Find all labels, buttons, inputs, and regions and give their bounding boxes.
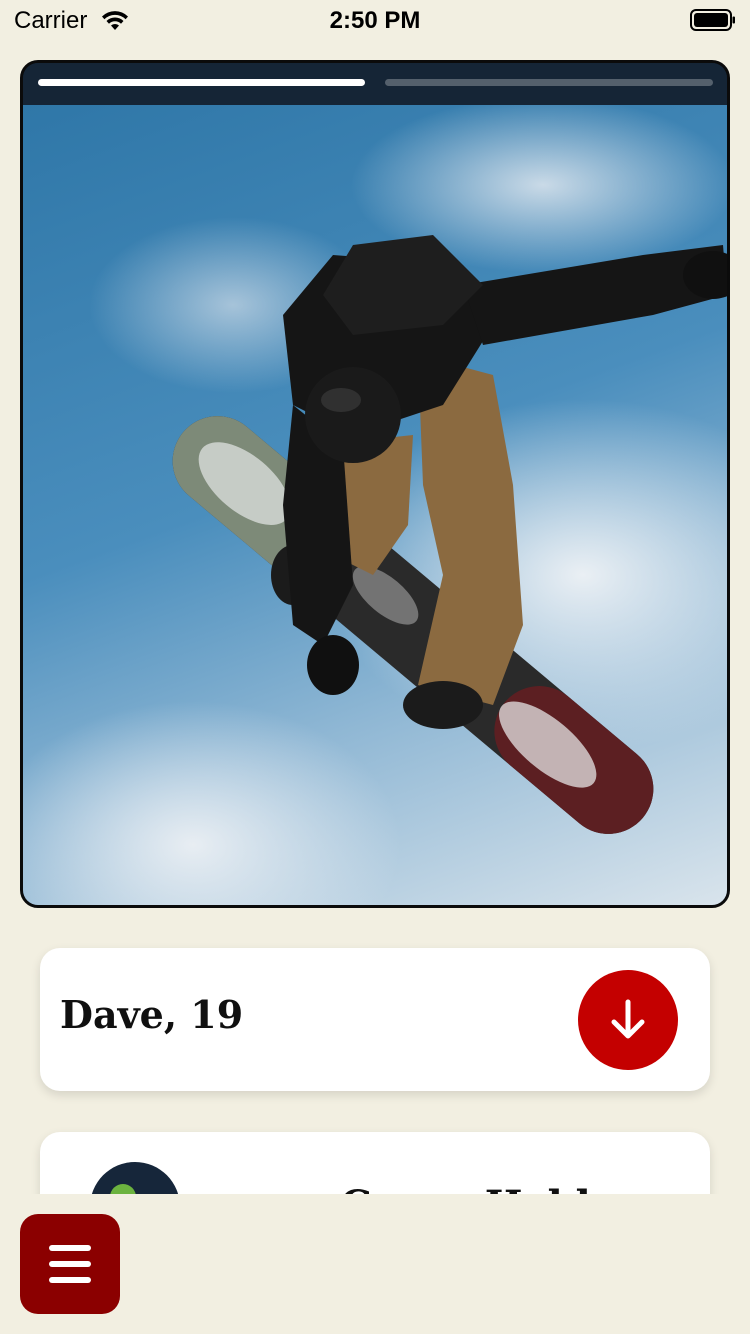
- story-progress-bar: [23, 63, 727, 105]
- menu-button[interactable]: [20, 1214, 120, 1314]
- next-card-viewport: Corgy Hebbs: [0, 1100, 750, 1194]
- status-bar: Carrier 2:50 PM: [0, 0, 750, 40]
- progress-segment-1: [38, 79, 365, 86]
- story-card[interactable]: [20, 60, 730, 908]
- expand-profile-button[interactable]: [578, 970, 678, 1070]
- next-card-title: Corgy Hebbs: [340, 1182, 626, 1194]
- next-profile-card[interactable]: Corgy Hebbs: [40, 1132, 710, 1194]
- arrow-down-icon: [611, 999, 645, 1039]
- profile-photo[interactable]: [23, 105, 727, 905]
- clock: 2:50 PM: [329, 7, 421, 34]
- snowboarder-illustration: [172, 235, 727, 834]
- profile-name-age: Dave, 19: [60, 992, 244, 1037]
- avatar-icon: [110, 1184, 136, 1194]
- profile-name-card: Dave, 19: [40, 948, 710, 1091]
- avatar: [90, 1162, 180, 1194]
- progress-segment-2: [385, 79, 713, 86]
- battery-icon: [690, 9, 735, 31]
